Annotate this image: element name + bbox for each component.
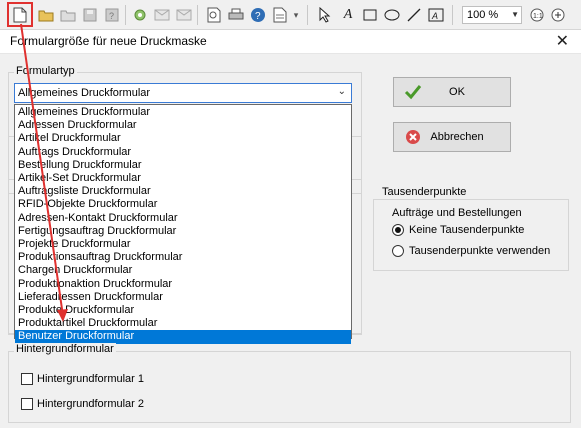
dropdown-option[interactable]: Produktionaktion Druckformular xyxy=(15,278,351,291)
toolbar-separator xyxy=(125,5,126,25)
cancel-button-label: Abbrechen xyxy=(430,131,484,143)
dropdown-option[interactable]: Auftrags Druckformular xyxy=(15,146,351,159)
ellipse-icon[interactable] xyxy=(382,5,402,25)
print-preview-icon[interactable] xyxy=(204,5,224,25)
dropdown-option[interactable]: Artikel Druckformular xyxy=(15,132,351,145)
chevron-down-icon: ⌄ xyxy=(337,86,346,97)
tausenderpunkte-legend: Tausenderpunkte xyxy=(380,186,469,198)
zoom-in-icon[interactable]: 1:1 xyxy=(527,5,547,25)
dropdown-option[interactable]: Artikel-Set Druckformular xyxy=(15,172,351,185)
radio-keine-tausenderpunkte[interactable] xyxy=(392,224,404,236)
formulartyp-selected: Allgemeines Druckformular xyxy=(18,87,151,99)
checkbox-label-hintergrund-2[interactable]: Hintergrundformular 2 xyxy=(37,398,144,410)
toolbar: ? ? ▾ A A 100 % ▼ 1:1 xyxy=(0,0,581,30)
formulartyp-combobox[interactable]: Allgemeines Druckformular ⌄ xyxy=(14,83,352,103)
dropdown-option[interactable]: Adressen-Kontakt Druckformular xyxy=(15,212,351,225)
ok-button-label: OK xyxy=(449,86,465,98)
open-folder-icon[interactable] xyxy=(36,5,56,25)
radio-tausenderpunkte-verwenden[interactable] xyxy=(392,245,404,257)
document-icon[interactable] xyxy=(270,5,290,25)
open-folder-2-icon[interactable] xyxy=(58,5,78,25)
formulartyp-legend: Formulartyp xyxy=(14,65,77,77)
help-icon[interactable]: ? xyxy=(248,5,268,25)
text-icon[interactable]: A xyxy=(338,5,358,25)
save-icon[interactable] xyxy=(80,5,100,25)
checkbox-hintergrund-1[interactable] xyxy=(21,373,33,385)
check-icon xyxy=(402,81,424,103)
radio-label-keine[interactable]: Keine Tausenderpunkte xyxy=(409,224,524,236)
pointer-icon[interactable] xyxy=(315,5,335,25)
close-icon[interactable]: ✕ xyxy=(556,31,569,51)
cancel-icon xyxy=(402,126,424,148)
mail-icon[interactable] xyxy=(152,5,172,25)
dropdown-option[interactable]: Chargen Druckformular xyxy=(15,264,351,277)
checkbox-label-hintergrund-1[interactable]: Hintergrundformular 1 xyxy=(37,373,144,385)
toolbar-separator xyxy=(197,5,198,25)
new-document-highlight xyxy=(7,2,33,27)
dropdown-option[interactable]: Projekte Druckformular xyxy=(15,238,351,251)
hintergrund-group xyxy=(8,351,571,423)
zoom-select[interactable]: 100 % ▼ xyxy=(462,6,522,24)
toolbar-overflow-icon[interactable]: ▾ xyxy=(290,5,302,25)
dropdown-option[interactable]: Lieferadressen Druckformular xyxy=(15,291,351,304)
hintergrund-legend: Hintergrundformular xyxy=(14,343,116,355)
radio-label-verwenden[interactable]: Tausenderpunkte verwenden xyxy=(409,245,550,257)
field-icon[interactable]: A xyxy=(426,5,446,25)
dropdown-option[interactable]: RFID-Objekte Druckformular xyxy=(15,198,351,211)
toolbar-separator xyxy=(307,5,308,25)
tausenderpunkte-subtitle: Aufträge und Bestellungen xyxy=(392,207,522,219)
dropdown-option[interactable]: Fertigungsauftrag Druckformular xyxy=(15,225,351,238)
svg-text:A: A xyxy=(431,11,438,21)
dropdown-option[interactable]: Produktartikel Druckformular xyxy=(15,317,351,330)
chevron-down-icon: ▼ xyxy=(511,10,519,19)
dialog-title: Formulargröße für neue Druckmaske xyxy=(10,34,207,48)
rectangle-icon[interactable] xyxy=(360,5,380,25)
dialog-titlebar: Formulargröße für neue Druckmaske ✕ xyxy=(0,30,581,54)
dropdown-option[interactable]: Allgemeines Druckformular xyxy=(15,106,351,119)
svg-text:?: ? xyxy=(255,11,261,22)
zoom-value: 100 % xyxy=(467,9,499,21)
dropdown-option[interactable]: Auftragsliste Druckformular xyxy=(15,185,351,198)
checkbox-hintergrund-2[interactable] xyxy=(21,398,33,410)
dropdown-option[interactable]: Benutzer Druckformular xyxy=(15,330,351,344)
dropdown-option[interactable]: Adressen Druckformular xyxy=(15,119,351,132)
toolbar-separator xyxy=(452,5,453,25)
ok-button[interactable]: OK xyxy=(393,77,511,107)
save-as-icon[interactable]: ? xyxy=(102,5,122,25)
cancel-button[interactable]: Abbrechen xyxy=(393,122,511,152)
line-icon[interactable] xyxy=(404,5,424,25)
dropdown-option[interactable]: Bestellung Druckformular xyxy=(15,159,351,172)
zoom-fit-icon[interactable] xyxy=(548,5,568,25)
formulartyp-dropdown-list[interactable]: Allgemeines Druckformular Adressen Druckf… xyxy=(14,104,352,344)
svg-text:?: ? xyxy=(109,11,114,21)
svg-text:1:1: 1:1 xyxy=(533,13,543,20)
dropdown-option[interactable]: Produkte Druckformular xyxy=(15,304,351,317)
mail-2-icon[interactable] xyxy=(174,5,194,25)
dropdown-option[interactable]: Produktionsauftrag Druckformular xyxy=(15,251,351,264)
print-icon[interactable] xyxy=(226,5,246,25)
settings-icon[interactable] xyxy=(130,5,150,25)
